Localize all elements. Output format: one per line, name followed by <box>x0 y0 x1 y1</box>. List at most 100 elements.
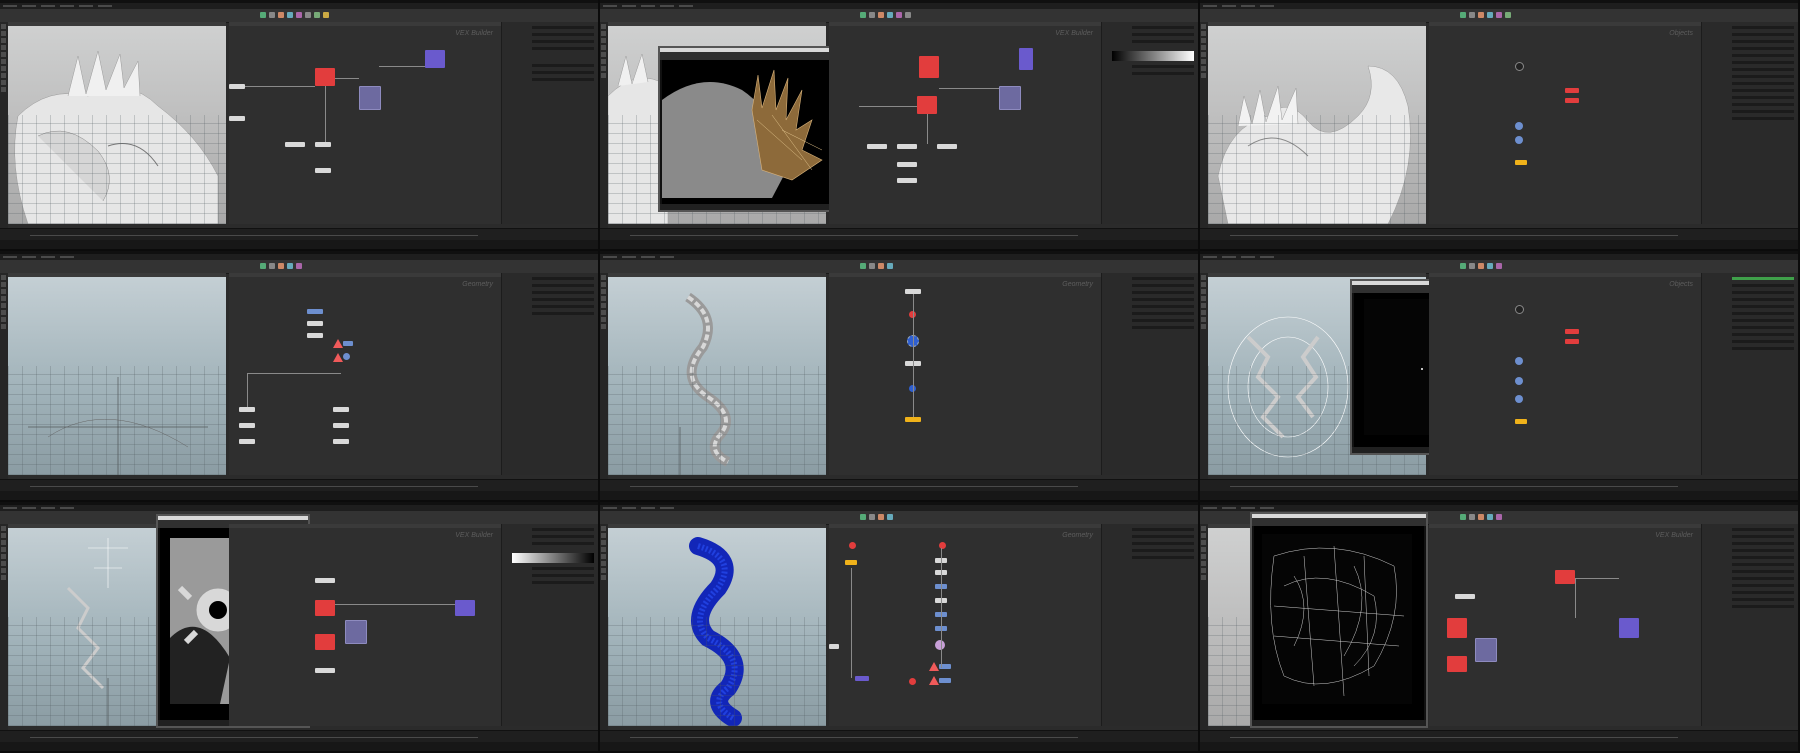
node[interactable] <box>229 116 245 121</box>
timeline[interactable] <box>600 228 1198 240</box>
node[interactable] <box>229 84 245 89</box>
node[interactable] <box>897 178 917 183</box>
node[interactable] <box>239 407 255 412</box>
node[interactable] <box>315 142 331 147</box>
timeline[interactable] <box>600 479 1198 491</box>
node[interactable] <box>239 423 255 428</box>
warning-icon[interactable] <box>929 662 939 671</box>
network-editor[interactable]: Geometry <box>829 528 1103 726</box>
node-geo[interactable] <box>1515 136 1523 144</box>
network-editor[interactable]: Objects <box>1429 277 1703 475</box>
viewport[interactable] <box>608 277 826 475</box>
viewport[interactable] <box>8 26 226 224</box>
node-geo[interactable] <box>1515 377 1523 385</box>
shelf-toolbar[interactable] <box>0 260 598 274</box>
node-icon[interactable] <box>849 542 856 549</box>
node-red[interactable] <box>1555 570 1575 584</box>
node-red[interactable] <box>315 634 335 650</box>
left-toolbar[interactable] <box>0 22 8 229</box>
left-toolbar[interactable] <box>600 22 608 229</box>
node-camera[interactable] <box>1515 160 1527 165</box>
network-editor[interactable]: Geometry <box>829 277 1103 475</box>
node[interactable] <box>333 423 349 428</box>
warning-icon[interactable] <box>333 339 343 348</box>
node[interactable] <box>1455 594 1475 599</box>
timeline[interactable] <box>1200 479 1798 491</box>
node-red[interactable] <box>917 96 937 114</box>
node[interactable] <box>285 142 305 147</box>
render-view-window[interactable] <box>1250 512 1428 728</box>
timeline[interactable] <box>1200 228 1798 240</box>
node-geo[interactable] <box>1515 395 1523 403</box>
node[interactable] <box>937 144 957 149</box>
node-red[interactable] <box>919 56 939 78</box>
node-global[interactable] <box>1619 618 1639 638</box>
node-geo[interactable] <box>1515 357 1523 365</box>
network-editor[interactable]: VEX Builder <box>229 528 503 726</box>
shelf-toolbar[interactable] <box>600 9 1198 23</box>
timeline[interactable] <box>0 479 598 491</box>
node[interactable] <box>315 668 335 673</box>
left-toolbar[interactable] <box>1200 524 1208 731</box>
node[interactable] <box>315 168 331 173</box>
node-red[interactable] <box>315 68 335 86</box>
warning-icon[interactable] <box>333 353 343 362</box>
timeline[interactable] <box>1200 730 1798 742</box>
left-toolbar[interactable] <box>1200 273 1208 480</box>
shelf-toolbar[interactable] <box>1200 9 1798 23</box>
node-red[interactable] <box>1565 98 1579 103</box>
node-blue[interactable] <box>343 341 353 346</box>
node-red[interactable] <box>1447 656 1467 672</box>
timeline[interactable] <box>0 228 598 240</box>
node-output[interactable] <box>1475 638 1497 662</box>
viewport[interactable] <box>608 528 826 726</box>
network-editor[interactable]: Objects <box>1429 26 1703 224</box>
node-icon[interactable] <box>935 640 945 650</box>
node-output[interactable] <box>999 86 1021 110</box>
left-toolbar[interactable] <box>600 273 608 480</box>
node[interactable] <box>307 321 323 326</box>
node[interactable] <box>867 144 887 149</box>
node[interactable] <box>897 144 917 149</box>
node-icon[interactable] <box>1515 62 1524 71</box>
node-red[interactable] <box>1565 88 1579 93</box>
node-red[interactable] <box>1565 329 1579 334</box>
parameter-panel[interactable] <box>501 273 598 475</box>
node[interactable] <box>315 578 335 583</box>
parameter-panel[interactable] <box>1701 22 1798 224</box>
node[interactable] <box>829 644 839 649</box>
node-global[interactable] <box>425 50 445 68</box>
parameter-panel[interactable] <box>1701 273 1798 475</box>
node[interactable] <box>897 162 917 167</box>
left-toolbar[interactable] <box>1200 22 1208 229</box>
node-icon[interactable] <box>909 678 916 685</box>
node-blue[interactable] <box>307 309 323 314</box>
network-editor[interactable]: VEX Builder <box>1429 528 1703 726</box>
node-global[interactable] <box>455 600 475 616</box>
timeline[interactable] <box>600 730 1198 742</box>
node-icon[interactable] <box>1515 305 1524 314</box>
left-toolbar[interactable] <box>0 273 8 480</box>
left-toolbar[interactable] <box>0 524 8 731</box>
shelf-toolbar[interactable] <box>1200 260 1798 274</box>
node-purple[interactable] <box>855 676 869 681</box>
node[interactable] <box>307 333 323 338</box>
node-red[interactable] <box>315 600 335 616</box>
parameter-panel[interactable] <box>1101 22 1198 224</box>
node[interactable] <box>333 439 349 444</box>
parameter-panel[interactable] <box>1701 524 1798 726</box>
parameter-panel[interactable] <box>1101 524 1198 726</box>
shelf-toolbar[interactable] <box>600 511 1198 525</box>
render-toolbar[interactable] <box>1252 518 1426 526</box>
node-global[interactable] <box>1019 48 1033 70</box>
node-camera[interactable] <box>905 417 921 422</box>
node[interactable] <box>239 439 255 444</box>
viewport[interactable] <box>1208 26 1426 224</box>
node-icon[interactable] <box>343 353 350 360</box>
parameter-panel[interactable] <box>501 22 598 224</box>
shelf-toolbar[interactable] <box>0 9 598 23</box>
node[interactable] <box>333 407 349 412</box>
node-camera[interactable] <box>1515 419 1527 424</box>
shelf-toolbar[interactable] <box>600 260 1198 274</box>
node-red[interactable] <box>1447 618 1467 638</box>
